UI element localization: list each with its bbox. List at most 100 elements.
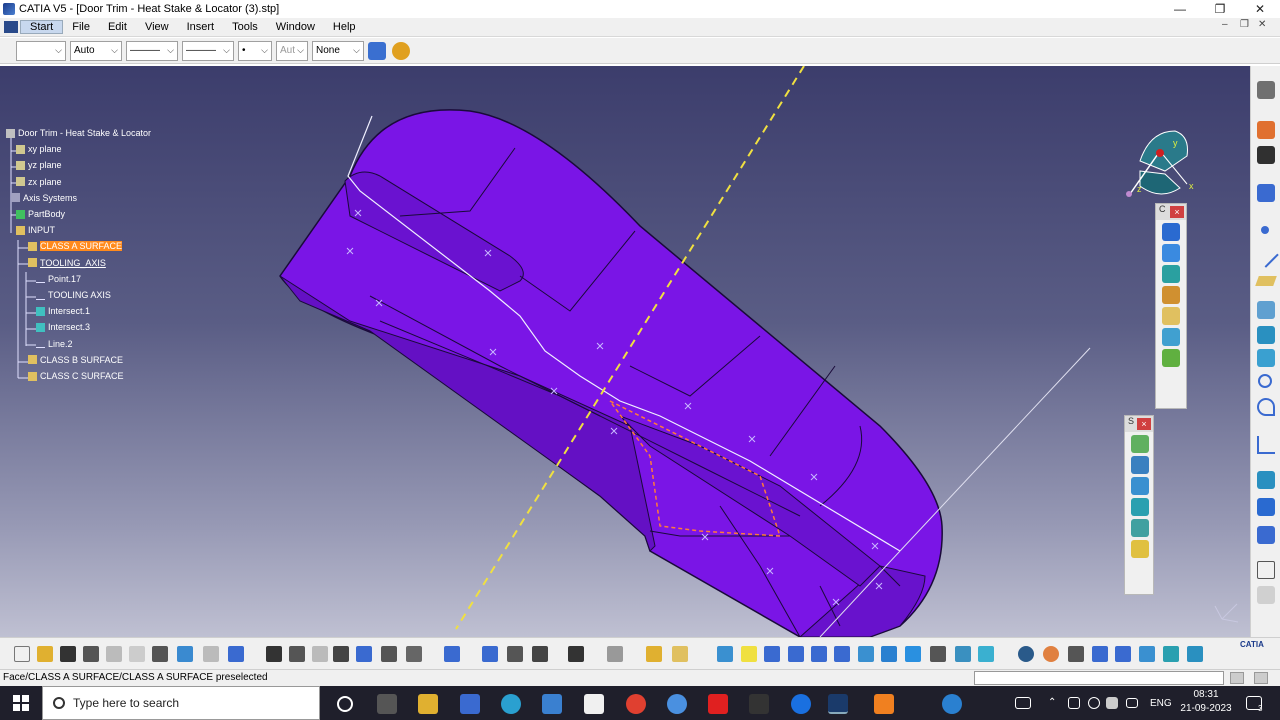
update-icon[interactable] — [444, 646, 460, 662]
stop-command-icon[interactable] — [1254, 672, 1268, 684]
sensor-icon[interactable] — [312, 646, 328, 662]
measure-icon[interactable] — [1257, 586, 1275, 604]
spiral-icon[interactable] — [1257, 398, 1275, 416]
sync-icon[interactable] — [1088, 697, 1100, 709]
compass[interactable]: y x z — [1125, 126, 1205, 206]
tree-node[interactable]: PartBody — [16, 209, 65, 219]
rotate-icon[interactable] — [788, 646, 804, 662]
apply-material-icon[interactable] — [646, 646, 662, 662]
layers-icon[interactable] — [1139, 646, 1155, 662]
operations-toolbar-header[interactable]: S × — [1125, 416, 1153, 432]
explode-icon[interactable] — [1187, 646, 1203, 662]
file-explorer-icon[interactable] — [418, 694, 438, 714]
swap-space-icon[interactable] — [978, 646, 994, 662]
tree-node[interactable]: Line.2 — [36, 339, 73, 349]
paste-icon[interactable] — [152, 646, 168, 662]
3d-viewport[interactable]: y x z Door Trim - Heat Stake & Locator x… — [0, 66, 1250, 637]
scan-icon[interactable] — [381, 646, 397, 662]
line-thickness-combo[interactable]: ——— ⌵ — [126, 41, 178, 61]
hide-icon[interactable] — [406, 646, 422, 662]
zoom-in-icon[interactable] — [811, 646, 827, 662]
normal-view-icon[interactable] — [858, 646, 874, 662]
table-icon[interactable] — [333, 646, 349, 662]
grid-table-icon[interactable] — [1115, 646, 1131, 662]
formula-icon[interactable] — [266, 646, 282, 662]
fit-all-icon[interactable] — [741, 646, 757, 662]
menu-window[interactable]: Window — [267, 21, 324, 33]
close-button[interactable]: ✕ — [1240, 0, 1280, 18]
print-icon[interactable] — [83, 646, 99, 662]
refresh-icon[interactable] — [1018, 646, 1034, 662]
redo-icon[interactable] — [203, 646, 219, 662]
surfaces-toolbar-header[interactable]: C × — [1156, 204, 1186, 220]
task-view-icon[interactable] — [377, 694, 397, 714]
fillet-icon[interactable] — [1131, 498, 1149, 516]
tree-node[interactable]: Intersect.3 — [36, 322, 90, 332]
tree-node[interactable]: CLASS B SURFACE — [28, 355, 123, 365]
sketcher-icon[interactable] — [1257, 184, 1275, 202]
undo-icon[interactable] — [177, 646, 193, 662]
menu-insert[interactable]: Insert — [178, 21, 224, 33]
offset-icon[interactable] — [1162, 244, 1180, 262]
tree-node[interactable]: xy plane — [16, 144, 62, 154]
iso-view-icon[interactable] — [905, 646, 921, 662]
axis-icon[interactable] — [1068, 646, 1084, 662]
circle-icon[interactable] — [1258, 374, 1272, 388]
start-button[interactable] — [0, 686, 42, 720]
whats-this-icon[interactable] — [228, 646, 244, 662]
hide-show-icon[interactable] — [955, 646, 971, 662]
onedrive-icon[interactable] — [667, 694, 687, 714]
help-icon[interactable] — [942, 694, 962, 714]
catia-taskbar-icon[interactable] — [828, 694, 848, 714]
analysis-icon[interactable] — [1257, 526, 1275, 544]
taskbar-clock[interactable]: 08:31 21-09-2023 — [1176, 688, 1236, 716]
filter-icon[interactable] — [1257, 146, 1275, 164]
dropbox-icon[interactable] — [460, 694, 480, 714]
command-input[interactable] — [974, 671, 1224, 685]
menu-tools[interactable]: Tools — [223, 21, 267, 33]
menu-view[interactable]: View — [136, 21, 178, 33]
tree-node[interactable]: CLASS A SURFACE — [28, 241, 123, 252]
plane-icon[interactable] — [1255, 276, 1277, 286]
graphic-properties-icon[interactable] — [392, 42, 410, 60]
tree-node[interactable]: Point.17 — [36, 274, 81, 284]
extrapolate-icon[interactable] — [1131, 540, 1149, 558]
volume-icon[interactable] — [1106, 697, 1118, 709]
tree-node[interactable]: INPUT — [16, 225, 55, 235]
extract-icon[interactable] — [1131, 477, 1149, 495]
painter-icon[interactable] — [368, 42, 386, 60]
construction-line[interactable] — [899, 347, 1091, 552]
menu-edit[interactable]: Edit — [99, 21, 136, 33]
tree-node[interactable]: Intersect.1 — [36, 306, 90, 316]
operations-toolbar-close-button[interactable]: × — [1137, 418, 1151, 430]
grid-icon[interactable] — [607, 646, 623, 662]
edge-icon[interactable] — [501, 694, 521, 714]
point-icon[interactable] — [1261, 226, 1269, 234]
zoom-out-icon[interactable] — [834, 646, 850, 662]
parallel-curve-icon[interactable] — [1257, 349, 1275, 367]
color-combo[interactable]: ⌵ — [16, 41, 66, 61]
surface-misc-icon[interactable] — [1162, 349, 1180, 367]
layer-combo[interactable]: Aut ⌵ — [276, 41, 308, 61]
blend-icon[interactable] — [1162, 328, 1180, 346]
material-icon[interactable] — [1043, 646, 1059, 662]
open-icon[interactable] — [37, 646, 53, 662]
knowledge-icon[interactable] — [289, 646, 305, 662]
taskbar-search[interactable]: Type here to search — [42, 686, 320, 720]
workbench-icon[interactable] — [1257, 81, 1275, 99]
insert-body-icon[interactable] — [482, 646, 498, 662]
language-indicator[interactable]: ENG — [1150, 698, 1172, 709]
vlc-icon[interactable] — [874, 694, 894, 714]
minimize-button[interactable]: — — [1160, 0, 1200, 18]
youtube-icon[interactable] — [708, 694, 728, 714]
battery-icon[interactable] — [1068, 697, 1080, 709]
projection-icon[interactable] — [1257, 301, 1275, 319]
law-icon[interactable] — [1257, 436, 1275, 454]
intersection-icon[interactable] — [1257, 326, 1275, 344]
ordered-set-icon[interactable] — [532, 646, 548, 662]
copy-icon[interactable] — [129, 646, 145, 662]
sweep-icon[interactable] — [1162, 265, 1180, 283]
select-icon[interactable] — [1257, 121, 1275, 139]
capture-icon[interactable] — [568, 646, 584, 662]
dimension-icon[interactable] — [1163, 646, 1179, 662]
